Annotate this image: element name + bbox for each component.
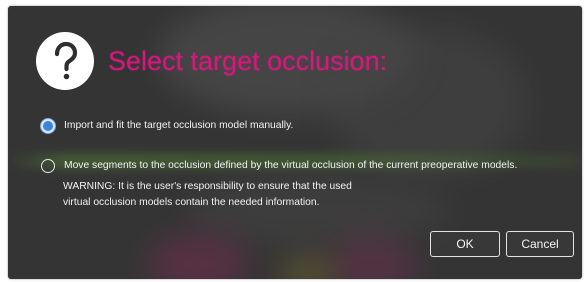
warning-text: WARNING: It is the user's responsibility… (63, 179, 352, 211)
warning-line-2: virtual occlusion models contain the nee… (63, 197, 320, 208)
cancel-button[interactable]: Cancel (506, 231, 574, 257)
dialog-title: Select target occlusion: (108, 46, 388, 76)
warning-line-1: WARNING: It is the user's responsibility… (63, 181, 352, 192)
option-move-segments-label: Move segments to the occlusion defined b… (64, 160, 518, 171)
ok-button[interactable]: OK (430, 231, 500, 257)
question-mark-icon (36, 32, 94, 90)
select-target-occlusion-dialog: Select target occlusion: Import and fit … (8, 6, 582, 279)
option-move-segments[interactable]: Move segments to the occlusion defined b… (41, 158, 517, 174)
option-import-manually[interactable]: Import and fit the target occlusion mode… (41, 118, 293, 134)
option-import-manually-label: Import and fit the target occlusion mode… (64, 120, 294, 131)
radio-import-manually[interactable] (41, 119, 55, 133)
radio-move-segments[interactable] (41, 159, 55, 173)
